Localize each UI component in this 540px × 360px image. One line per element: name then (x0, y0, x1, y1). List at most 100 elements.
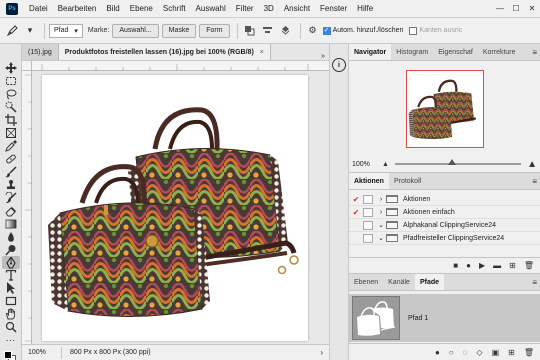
marquee-tool-icon[interactable] (2, 75, 20, 87)
menu-bild[interactable]: Bild (101, 4, 124, 13)
menu-schrift[interactable]: Schrift (158, 4, 191, 13)
pen-tool-preset-icon[interactable] (4, 23, 20, 39)
navigator-zoom-value[interactable]: 100% (352, 161, 382, 168)
zoom-out-mountain-icon[interactable]: ▲ (382, 161, 389, 168)
action-set-row[interactable]: ✔ › Aktionen einfach (349, 206, 540, 219)
gradient-tool-icon[interactable] (2, 217, 20, 229)
tab-channels[interactable]: Kanäle (383, 274, 415, 290)
more-tabs-icon[interactable]: » (317, 53, 329, 60)
add-mask-icon[interactable]: ▣ (492, 348, 500, 357)
close-button[interactable]: ✕ (524, 0, 540, 18)
eraser-tool-icon[interactable] (2, 204, 20, 217)
shape-button[interactable]: Form (199, 23, 230, 38)
panel-menu-icon[interactable]: ≡ (532, 278, 537, 287)
record-icon[interactable]: ● (466, 261, 471, 270)
tool-mode-select[interactable]: Pfad ▾ (49, 23, 83, 38)
type-tool-icon[interactable] (2, 269, 20, 282)
fill-path-icon[interactable]: ● (435, 348, 440, 357)
healing-brush-tool-icon[interactable] (2, 153, 20, 165)
menu-hilfe[interactable]: Hilfe (352, 4, 378, 13)
vertical-ruler[interactable] (22, 61, 32, 344)
load-as-selection-icon[interactable]: ◌ (463, 348, 468, 357)
crop-tool-icon[interactable] (2, 114, 20, 127)
tab-navigator[interactable]: Navigator (349, 44, 392, 60)
path-selection-tool-icon[interactable] (2, 282, 20, 295)
document-tab[interactable]: (15).jpg (22, 44, 59, 60)
new-action-icon[interactable]: ⊞ (509, 261, 516, 270)
tab-history[interactable]: Protokoll (389, 173, 426, 189)
action-set-row[interactable]: ✔ › Aktionen (349, 193, 540, 206)
chevron-down-icon[interactable]: ⌄ (376, 234, 386, 242)
auto-add-delete-checkbox[interactable]: ✓ Autom. hinzuf./löschen (322, 26, 403, 35)
tab-paths[interactable]: Pfade (414, 274, 444, 290)
foreground-color-swatch[interactable] (3, 350, 12, 359)
menu-bearbeiten[interactable]: Bearbeiten (53, 4, 102, 13)
chevron-right-icon[interactable]: › (320, 348, 323, 357)
menu-filter[interactable]: Filter (231, 4, 259, 13)
tab-histogram[interactable]: Histogram (391, 44, 433, 60)
path-alignment-icon[interactable] (260, 23, 276, 39)
new-set-icon[interactable]: ▬ (493, 261, 501, 270)
minimize-button[interactable]: — (492, 0, 508, 18)
navigator-zoom-slider[interactable] (394, 159, 522, 165)
stroke-path-icon[interactable]: ○ (449, 348, 454, 357)
zoom-level-field[interactable]: 100% (22, 346, 62, 359)
dialog-toggle-box[interactable] (363, 207, 373, 217)
brush-tool-icon[interactable] (2, 166, 20, 178)
document-canvas[interactable] (42, 75, 308, 341)
color-swatches[interactable] (2, 349, 20, 360)
action-set-row[interactable]: ⌄ Alphakanal ClippingService24 (349, 219, 540, 232)
horizontal-ruler[interactable] (32, 61, 329, 71)
selection-button[interactable]: Auswahl... (112, 23, 159, 38)
dialog-toggle-box[interactable] (363, 194, 373, 204)
tab-layers[interactable]: Ebenen (349, 274, 383, 290)
hand-tool-icon[interactable] (2, 308, 20, 320)
menu-datei[interactable]: Datei (24, 4, 53, 13)
chevron-right-icon[interactable]: › (376, 209, 386, 216)
trash-icon[interactable]: 🗑 (524, 348, 534, 357)
make-work-path-icon[interactable]: ◇ (476, 348, 482, 357)
document-tab-active[interactable]: Produktfotos freistellen lassen (16).jpg… (58, 44, 271, 60)
panel-menu-icon[interactable]: ≡ (532, 177, 537, 186)
clone-stamp-tool-icon[interactable] (2, 179, 20, 191)
chevron-right-icon[interactable]: › (376, 196, 386, 203)
path-operations-icon[interactable] (242, 23, 258, 39)
action-enabled-check-icon[interactable]: ✔ (349, 208, 363, 217)
menu-auswahl[interactable]: Auswahl (191, 4, 231, 13)
lasso-tool-icon[interactable] (2, 88, 20, 100)
info-icon[interactable]: i (332, 58, 346, 72)
menu-fenster[interactable]: Fenster (315, 4, 352, 13)
maximize-button[interactable]: ☐ (508, 0, 524, 18)
play-icon[interactable]: ▶ (479, 261, 485, 270)
new-path-icon[interactable]: ⊞ (508, 348, 515, 357)
tab-adjustments[interactable]: Korrekture (478, 44, 521, 60)
more-tools-icon[interactable]: ··· (2, 334, 20, 346)
menu-ansicht[interactable]: Ansicht (279, 4, 315, 13)
zoom-in-mountain-icon[interactable]: ▲ (527, 159, 537, 170)
menu-ebene[interactable]: Ebene (125, 4, 158, 13)
zoom-tool-icon[interactable] (2, 321, 20, 333)
path-row[interactable]: Pfad 1 (349, 294, 540, 342)
quick-selection-tool-icon[interactable] (2, 101, 20, 113)
dialog-toggle-box[interactable] (363, 220, 373, 230)
move-tool-icon[interactable] (2, 62, 20, 75)
action-set-row[interactable]: ⌄ Pfadfreisteller ClippingService24 (349, 232, 540, 245)
close-tab-icon[interactable]: × (260, 49, 264, 56)
blur-tool-icon[interactable] (2, 230, 20, 242)
menu-3d[interactable]: 3D (259, 4, 279, 13)
slider-knob[interactable] (447, 159, 456, 165)
tab-actions[interactable]: Aktionen (349, 173, 389, 189)
trash-icon[interactable]: 🗑 (524, 261, 534, 270)
navigator-thumbnail[interactable] (405, 69, 484, 148)
dialog-toggle-box[interactable] (363, 233, 373, 243)
eyedropper-tool-icon[interactable] (2, 139, 20, 152)
align-edges-checkbox[interactable]: Kanten ausric (409, 26, 462, 35)
path-arrangement-icon[interactable] (278, 23, 294, 39)
gear-icon[interactable]: ⚙ (305, 23, 321, 39)
frame-tool-icon[interactable] (2, 127, 20, 139)
action-enabled-check-icon[interactable]: ✔ (349, 195, 363, 204)
stop-recording-icon[interactable]: ■ (453, 261, 458, 270)
panel-menu-icon[interactable]: ≡ (532, 48, 537, 57)
chevron-down-icon[interactable]: ⌄ (376, 221, 386, 229)
chevron-down-icon[interactable]: ▾ (22, 23, 38, 39)
